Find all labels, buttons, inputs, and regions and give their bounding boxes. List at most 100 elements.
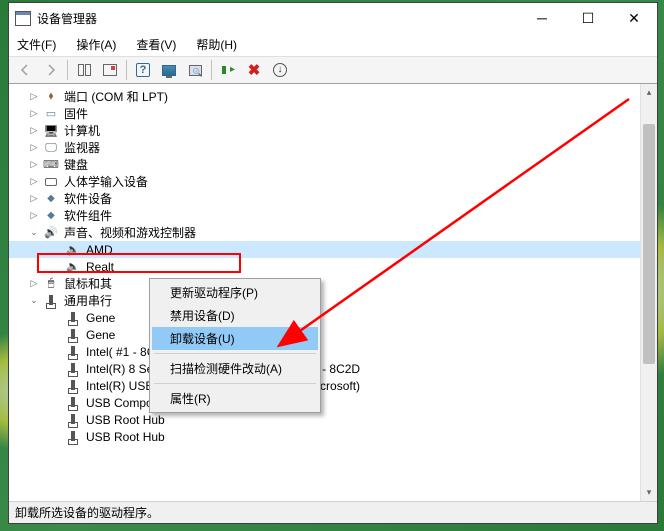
nav-back-button[interactable] — [13, 58, 37, 82]
tree-node-usb-intel-3[interactable]: Intel(R) USB 3.0 可扩展主机控制器 - 1.0 (Microso… — [9, 377, 657, 394]
node-label: Realt — [86, 260, 114, 274]
expander-icon[interactable]: ▷ — [27, 158, 41, 172]
window-title: 设备管理器 — [37, 10, 519, 27]
expander-icon[interactable]: ▷ — [27, 192, 41, 206]
tree-node-ports[interactable]: ▷端口 (COM 和 LPT) — [9, 88, 657, 105]
context-menu: 更新驱动程序(P) 禁用设备(D) 卸载设备(U) 扫描检测硬件改动(A) 属性… — [149, 278, 321, 413]
tree-node-usb-generic-1[interactable]: Gene — [9, 309, 657, 326]
expander-icon[interactable]: ▷ — [27, 90, 41, 104]
expander-icon[interactable]: ▷ — [27, 124, 41, 138]
tree-node-usb-composite[interactable]: USB Composite Device — [9, 394, 657, 411]
node-label: 键盘 — [64, 156, 88, 173]
usb-icon — [43, 293, 59, 309]
app-icon — [15, 10, 31, 26]
tree-node-monitors[interactable]: ▷ 监视器 — [9, 139, 657, 156]
tree-node-software-devices[interactable]: ▷ 软件设备 — [9, 190, 657, 207]
status-text: 卸载所选设备的驱动程序。 — [15, 504, 159, 521]
maximize-button[interactable]: ☐ — [565, 3, 611, 33]
tree-node-sound[interactable]: ⌄ 声音、视频和游戏控制器 — [9, 224, 657, 241]
menu-properties[interactable]: 属性(R) — [152, 387, 318, 410]
software-icon — [43, 191, 59, 207]
tree-node-software-components[interactable]: ▷软件组件 — [9, 207, 657, 224]
monitor-button[interactable] — [157, 58, 181, 82]
titlebar[interactable]: 设备管理器 ─ ☐ ✕ — [9, 3, 657, 33]
expander-icon[interactable]: ⌄ — [27, 294, 41, 308]
usb-device-icon — [65, 412, 81, 428]
mouse-icon — [43, 276, 59, 292]
delete-button[interactable]: ✖ — [242, 58, 266, 82]
statusbar: 卸载所选设备的驱动程序。 — [9, 501, 657, 523]
expander-icon[interactable]: ▷ — [27, 141, 41, 155]
tree-node-amd-audio[interactable]: AMD — [9, 241, 657, 258]
menu-uninstall-device[interactable]: 卸载设备(U) — [152, 327, 318, 350]
speaker-icon — [65, 242, 81, 258]
node-label: 计算机 — [64, 122, 100, 139]
menu-action[interactable]: 操作(A) — [72, 34, 120, 55]
tree-node-computers[interactable]: ▷ 计算机 — [9, 122, 657, 139]
usb-device-icon — [65, 429, 81, 445]
scan-hardware-button[interactable] — [183, 58, 207, 82]
node-label: 监视器 — [64, 139, 100, 156]
expander-icon[interactable]: ▷ — [27, 107, 41, 121]
hid-icon — [43, 174, 59, 190]
tree-node-hid[interactable]: ▷ 人体学输入设备 — [9, 173, 657, 190]
enable-button[interactable] — [216, 58, 240, 82]
node-label: USB Root Hub — [86, 413, 165, 427]
tree-node-usb-root-1[interactable]: USB Root Hub — [9, 411, 657, 428]
scroll-up-icon[interactable]: ▴ — [641, 84, 657, 101]
expander-icon[interactable]: ⌄ — [27, 226, 41, 240]
scroll-down-icon[interactable]: ▾ — [641, 484, 657, 501]
panes-button[interactable] — [72, 58, 96, 82]
node-label: 人体学输入设备 — [64, 173, 148, 190]
minimize-button[interactable]: ─ — [519, 3, 565, 33]
toolbar: ? ✖ ↓ — [9, 56, 657, 84]
tree-view[interactable]: ▷端口 (COM 和 LPT) ▷固件 ▷ 计算机 ▷ 监视器 ▷ 键盘 ▷ 人体学输入… — [9, 84, 657, 501]
menu-label: 卸载设备(U) — [170, 330, 235, 347]
node-label: Gene — [86, 311, 115, 325]
keyboard-icon — [43, 157, 59, 173]
scroll-thumb[interactable] — [643, 124, 655, 364]
node-label: Gene — [86, 328, 115, 342]
node-label: USB Root Hub — [86, 430, 165, 444]
tree-node-realtek-audio[interactable]: Realt — [9, 258, 657, 275]
component-icon — [43, 208, 59, 224]
tree-node-firmware[interactable]: ▷固件 — [9, 105, 657, 122]
menu-separator — [154, 353, 316, 354]
nav-forward-button[interactable] — [39, 58, 63, 82]
sound-icon — [43, 225, 59, 241]
menu-label: 更新驱动程序(P) — [170, 284, 258, 301]
expander-icon[interactable]: ▷ — [27, 175, 41, 189]
tree-node-mouse[interactable]: ▷ 鼠标和其 — [9, 275, 657, 292]
node-label: 通用串行 — [64, 292, 112, 309]
node-label: 软件设备 — [64, 190, 112, 207]
usb-device-icon — [65, 361, 81, 377]
expander-icon[interactable]: ▷ — [27, 209, 41, 223]
usb-device-icon — [65, 378, 81, 394]
update-driver-button[interactable]: ↓ — [268, 58, 292, 82]
tree-node-usb-intel-1[interactable]: Intel( #1 - 8C26 — [9, 343, 657, 360]
computer-icon — [43, 123, 59, 139]
tree-node-usb-intel-2[interactable]: Intel(R) 8 Series/C220 Series USB EHCI #… — [9, 360, 657, 377]
menu-help[interactable]: 帮助(H) — [192, 34, 241, 55]
node-label: 鼠标和其 — [64, 275, 112, 292]
help-button[interactable]: ? — [131, 58, 155, 82]
node-label: AMD — [86, 243, 113, 257]
properties-button[interactable] — [98, 58, 122, 82]
tree-node-usb[interactable]: ⌄ 通用串行 — [9, 292, 657, 309]
menu-update-driver[interactable]: 更新驱动程序(P) — [152, 281, 318, 304]
usb-device-icon — [65, 395, 81, 411]
tree-node-keyboards[interactable]: ▷ 键盘 — [9, 156, 657, 173]
firmware-icon — [43, 106, 59, 122]
vertical-scrollbar[interactable]: ▴ ▾ — [640, 84, 657, 501]
menu-file[interactable]: 文件(F) — [13, 34, 60, 55]
node-label: 声音、视频和游戏控制器 — [64, 224, 196, 241]
menu-disable-device[interactable]: 禁用设备(D) — [152, 304, 318, 327]
menu-separator — [154, 383, 316, 384]
tree-node-usb-root-2[interactable]: USB Root Hub — [9, 428, 657, 445]
tree-node-usb-generic-2[interactable]: Gene — [9, 326, 657, 343]
menu-scan-hardware[interactable]: 扫描检测硬件改动(A) — [152, 357, 318, 380]
menu-view[interactable]: 查看(V) — [132, 34, 180, 55]
expander-icon[interactable]: ▷ — [27, 277, 41, 291]
close-button[interactable]: ✕ — [611, 3, 657, 33]
usb-device-icon — [65, 344, 81, 360]
